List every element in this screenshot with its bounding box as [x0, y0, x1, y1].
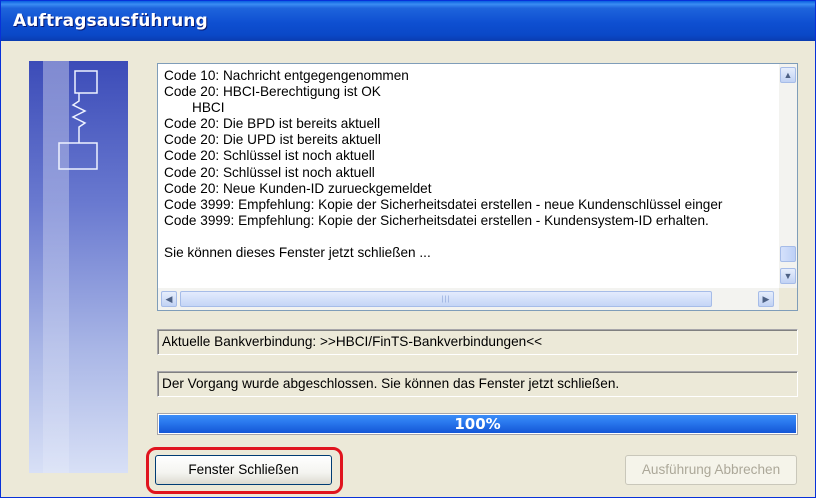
process-status-field: Der Vorgang wurde abgeschlossen. Sie kön… [157, 371, 798, 397]
log-line: Code 10: Nachricht entgegengenommen [164, 68, 409, 83]
log-line: Code 20: HBCI-Berechtigung ist OK [164, 84, 381, 100]
scroll-up-arrow-icon[interactable]: ▲ [780, 67, 796, 83]
title-bar[interactable]: Auftragsausführung [1, 1, 815, 41]
log-line: Code 20: Neue Kunden-ID zurueckgemeldet [164, 180, 432, 196]
transfer-illustration-icon [58, 70, 98, 170]
scrollbar-corner [779, 288, 797, 310]
side-banner [29, 61, 128, 473]
log-panel[interactable]: Code 10: Nachricht entgegengenommen Code … [157, 63, 798, 311]
scroll-left-arrow-icon[interactable]: ◀ [161, 291, 177, 307]
log-line: Code 20: Schlüssel ist noch aktuell [164, 164, 375, 180]
log-line: Sie können dieses Fenster jetzt schließe… [164, 245, 431, 261]
horizontal-scroll-thumb[interactable]: ||| [180, 291, 712, 307]
progress-bar: 100% [157, 413, 798, 435]
vertical-scroll-thumb[interactable] [780, 246, 796, 262]
log-line: Code 20: Die UPD ist bereits aktuell [164, 132, 381, 148]
log-line: Code 20: Schlüssel ist noch aktuell [164, 148, 375, 164]
horizontal-scrollbar[interactable]: ◀ ||| ▶ [158, 288, 779, 310]
log-line: Code 20: Die BPD ist bereits aktuell [164, 116, 381, 132]
scroll-down-arrow-icon[interactable]: ▼ [780, 268, 796, 284]
connection-status-field: Aktuelle Bankverbindung: >>HBCI/FinTS-Ba… [157, 329, 798, 355]
abort-execution-button[interactable]: Ausführung Abbrechen [625, 455, 797, 485]
window-title: Auftragsausführung [13, 11, 208, 31]
scroll-grip-icon: ||| [441, 296, 451, 303]
log-text: Code 10: Nachricht entgegengenommen Code … [164, 68, 776, 286]
log-line: Code 3999: Empfehlung: Kopie der Sicherh… [164, 196, 723, 212]
execution-dialog: Auftragsausführung Code 10: Nachricht en… [0, 0, 816, 498]
progress-percent: 100% [454, 415, 501, 433]
close-button-highlight [146, 447, 343, 494]
scroll-right-arrow-icon[interactable]: ▶ [758, 291, 774, 307]
vertical-scrollbar[interactable]: ▲ ▼ [779, 64, 797, 288]
log-line: HBCI [192, 100, 225, 116]
log-line: Code 3999: Empfehlung: Kopie der Sicherh… [164, 212, 709, 228]
